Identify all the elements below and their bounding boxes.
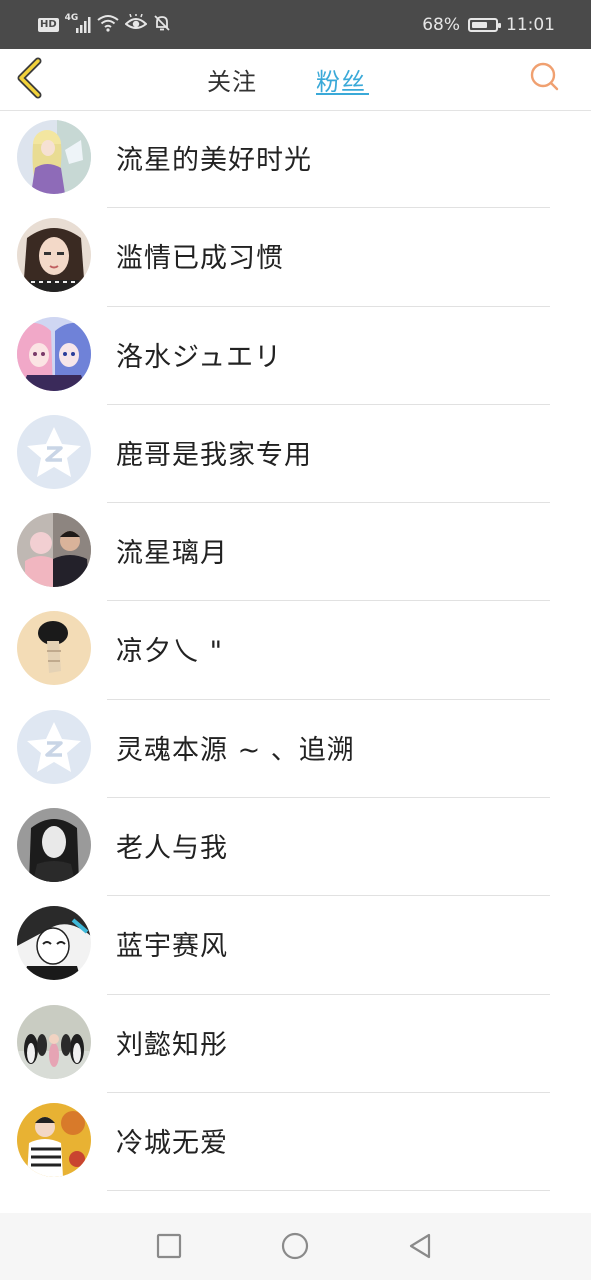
follower-name: 流星的美好时光 bbox=[116, 145, 312, 176]
system-nav-bar bbox=[0, 1213, 591, 1280]
follower-name: 流星璃月 bbox=[116, 538, 228, 570]
hd-icon: HD bbox=[38, 18, 59, 32]
avatar[interactable] bbox=[17, 709, 91, 784]
circle-icon bbox=[281, 1232, 309, 1260]
top-nav-header: 关注 粉丝 bbox=[0, 49, 591, 111]
avatar[interactable] bbox=[17, 906, 91, 981]
avatar[interactable] bbox=[17, 1004, 91, 1079]
follower-name: 蓝宇赛风 bbox=[116, 931, 228, 963]
tab-followers[interactable]: 粉丝 bbox=[316, 62, 366, 97]
list-item[interactable]: 滥情已成习惯 bbox=[0, 208, 591, 307]
battery-fill bbox=[472, 22, 487, 28]
follower-name: 凉夕乀 " bbox=[116, 636, 224, 668]
follower-list: 流星的美好时光 滥情已成习惯 洛水ジュエリ 鹿哥是我家专用 流星璃月 凉夕乀 "… bbox=[0, 110, 591, 1192]
list-item[interactable]: 流星的美好时光 bbox=[0, 110, 591, 209]
signal-icon: 4G bbox=[65, 13, 91, 35]
avatar[interactable] bbox=[17, 808, 91, 883]
follower-name: 洛水ジュエリ bbox=[116, 341, 283, 373]
list-item[interactable]: 刘懿知彤 bbox=[0, 995, 591, 1093]
wifi-icon bbox=[97, 14, 119, 36]
system-back-button[interactable] bbox=[405, 1231, 435, 1261]
list-item[interactable]: 蓝宇赛风 bbox=[0, 896, 591, 995]
clock: 11:01 bbox=[506, 15, 555, 35]
follower-name: 灵魂本源 ~ 、追溯 bbox=[116, 734, 355, 766]
mute-bell-icon bbox=[153, 14, 171, 36]
tab-following[interactable]: 关注 bbox=[207, 62, 257, 97]
search-button[interactable] bbox=[529, 61, 561, 93]
avatar[interactable] bbox=[17, 414, 91, 489]
status-bar: HD 4G 68% 11:01 bbox=[0, 0, 591, 49]
list-item[interactable]: 冷城无爱 bbox=[0, 1093, 591, 1192]
search-icon bbox=[530, 62, 559, 91]
list-item[interactable]: 流星璃月 bbox=[0, 503, 591, 602]
follower-name: 鹿哥是我家专用 bbox=[116, 439, 312, 471]
status-icons-right: 68% 11:01 bbox=[422, 13, 555, 37]
follower-name: 刘懿知彤 bbox=[116, 1029, 228, 1061]
list-item[interactable]: 鹿哥是我家专用 bbox=[0, 405, 591, 504]
avatar[interactable] bbox=[17, 218, 91, 293]
follower-name: 冷城无爱 bbox=[116, 1127, 228, 1159]
battery-icon bbox=[468, 18, 501, 32]
eye-comfort-icon bbox=[124, 13, 148, 36]
avatar[interactable] bbox=[17, 120, 91, 194]
triangle-back-icon bbox=[409, 1233, 431, 1259]
back-button[interactable] bbox=[14, 57, 48, 99]
follower-name: 老人与我 bbox=[116, 833, 228, 865]
avatar[interactable] bbox=[17, 316, 91, 391]
list-item[interactable]: 老人与我 bbox=[0, 798, 591, 897]
avatar[interactable] bbox=[17, 611, 91, 686]
list-item[interactable]: 灵魂本源 ~ 、追溯 bbox=[0, 700, 591, 799]
home-button[interactable] bbox=[280, 1231, 310, 1261]
avatar[interactable] bbox=[17, 1102, 91, 1177]
active-tab-indicator bbox=[316, 93, 369, 95]
status-icons-left: HD 4G bbox=[38, 13, 171, 37]
divider bbox=[107, 1190, 550, 1192]
list-item[interactable]: 洛水ジュエリ bbox=[0, 307, 591, 405]
recent-apps-button[interactable] bbox=[154, 1231, 184, 1261]
square-icon bbox=[156, 1233, 182, 1259]
follower-name: 滥情已成习惯 bbox=[116, 243, 284, 275]
battery-percent: 68% bbox=[422, 15, 460, 35]
avatar[interactable] bbox=[17, 513, 91, 588]
chevron-left-icon bbox=[17, 57, 42, 99]
list-item[interactable]: 凉夕乀 " bbox=[0, 601, 591, 700]
